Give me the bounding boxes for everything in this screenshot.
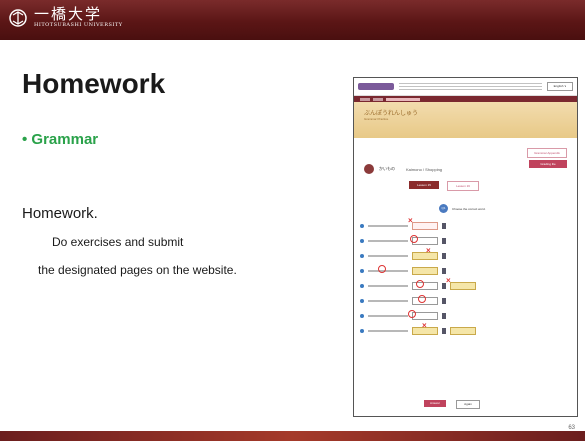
- banner-title: ぶんぽうれんしゅう: [364, 111, 419, 117]
- homework-instruction-line-2: the designated pages on the website.: [38, 263, 237, 277]
- lesson-title-jp: かいもの: [379, 166, 395, 171]
- answer-select[interactable]: [412, 222, 438, 230]
- nav-item[interactable]: [360, 97, 370, 101]
- incorrect-x-icon: ×: [446, 276, 451, 285]
- answer-select[interactable]: [450, 327, 476, 335]
- incorrect-x-icon: ×: [408, 216, 413, 225]
- dropdown-arrow-icon[interactable]: [442, 253, 446, 259]
- answer-button[interactable]: Answer: [424, 400, 446, 407]
- dropdown-arrow-icon[interactable]: [442, 268, 446, 274]
- website-screenshot: English ∨ ぶんぽうれんしゅう Grammar Practice Gra…: [353, 77, 578, 417]
- sentence-text: [368, 315, 408, 317]
- homework-heading: Homework.: [22, 205, 98, 222]
- dropdown-arrow-icon[interactable]: [442, 313, 446, 319]
- exercise-list: × × × ×: [360, 216, 570, 340]
- page-banner: ぶんぽうれんしゅう Grammar Practice: [354, 102, 577, 138]
- logo-english-text: HITOTSUBASHI UNIVERSITY: [34, 22, 123, 28]
- dropdown-arrow-icon[interactable]: [442, 298, 446, 304]
- lesson-badge: [364, 164, 374, 174]
- language-button[interactable]: English ∨: [547, 82, 573, 91]
- grading-button[interactable]: Grading lite: [529, 160, 567, 168]
- incorrect-x-icon: ×: [422, 321, 427, 330]
- question-header: Q1 Choose the correct word.: [439, 204, 486, 213]
- answer-select[interactable]: [412, 252, 438, 260]
- tab-lesson-16[interactable]: Lesson 16: [447, 181, 479, 191]
- homework-instruction-line-1: Do exercises and submit: [52, 235, 184, 249]
- exercise-row: [360, 235, 570, 247]
- dropdown-arrow-icon[interactable]: [442, 238, 446, 244]
- exercise-row: [360, 310, 570, 322]
- nav-item[interactable]: [373, 97, 383, 101]
- exercise-row: ×: [360, 321, 570, 337]
- footer-bar: [0, 431, 585, 441]
- sentence-text: [368, 270, 408, 272]
- answer-select[interactable]: [412, 267, 438, 275]
- lesson-title-en: Kaimono / Shopping: [406, 166, 443, 172]
- site-logo: [358, 83, 394, 90]
- dropdown-arrow-icon[interactable]: [442, 223, 446, 229]
- question-number-badge: Q1: [439, 204, 448, 213]
- correct-circle-icon: [408, 310, 416, 318]
- correct-circle-icon: [378, 265, 386, 273]
- exercise-row: ×: [360, 216, 570, 232]
- site-description: [399, 82, 542, 91]
- row-bullet-icon: [360, 299, 364, 303]
- correct-circle-icon: [416, 280, 424, 288]
- incorrect-x-icon: ×: [426, 246, 431, 255]
- banner-subtitle: Grammar Practice: [364, 117, 389, 121]
- tab-lesson-15[interactable]: Lesson 15: [409, 181, 439, 189]
- sentence-text: [368, 240, 408, 242]
- answer-select[interactable]: [450, 282, 476, 290]
- lesson-tabs: Lesson 15 Lesson 16: [409, 181, 479, 191]
- again-button[interactable]: Again: [456, 400, 480, 409]
- sentence-text: [368, 285, 408, 287]
- sentence-text: [368, 330, 408, 332]
- university-emblem-icon: [9, 8, 27, 27]
- correct-circle-icon: [418, 295, 426, 303]
- university-logo: 一橋大学 HITOTSUBASHI UNIVERSITY: [8, 6, 123, 29]
- sentence-text: [368, 225, 408, 227]
- row-bullet-icon: [360, 284, 364, 288]
- dropdown-arrow-icon[interactable]: [442, 328, 446, 334]
- header-bar: 一橋大学 HITOTSUBASHI UNIVERSITY: [0, 0, 585, 40]
- row-bullet-icon: [360, 224, 364, 228]
- logo-japanese-text: 一橋大学: [34, 5, 103, 23]
- row-bullet-icon: [360, 314, 364, 318]
- lesson-header: かいもの Kaimono / Shopping: [364, 164, 442, 174]
- row-bullet-icon: [360, 254, 364, 258]
- sentence-text: [368, 300, 408, 302]
- nav-item-current[interactable]: [386, 97, 420, 101]
- site-header: English ∨: [354, 78, 577, 96]
- row-bullet-icon: [360, 269, 364, 273]
- row-bullet-icon: [360, 329, 364, 333]
- exercise-row: [360, 265, 570, 277]
- slide-title: Homework: [22, 68, 166, 99]
- sentence-text: [368, 255, 408, 257]
- question-text: Choose the correct word.: [452, 206, 486, 211]
- grammar-bullet: • Grammar: [22, 131, 99, 148]
- row-bullet-icon: [360, 239, 364, 243]
- correct-circle-icon: [410, 235, 418, 243]
- grammar-appendix-button[interactable]: Grammar Appendix: [527, 148, 567, 158]
- exercise-row: [360, 295, 570, 307]
- exercise-row: ×: [360, 276, 570, 292]
- exercise-row: ×: [360, 246, 570, 262]
- form-buttons: Answer Again: [424, 400, 480, 409]
